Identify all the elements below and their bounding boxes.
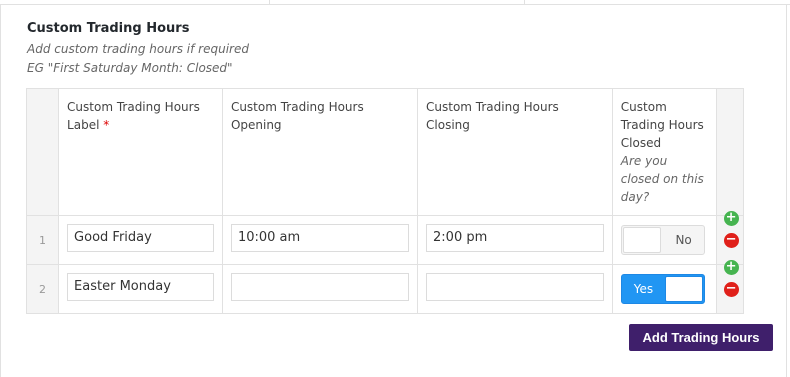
row-actions: + − bbox=[715, 211, 745, 265]
label-input[interactable]: Good Friday bbox=[67, 224, 214, 252]
field-title: Custom Trading Hours bbox=[27, 21, 190, 36]
custom-trading-hours-field: Custom Trading Hours Add custom trading … bbox=[0, 0, 790, 377]
closing-time-input[interactable]: 2:00 pm bbox=[426, 224, 604, 252]
plus-circle-icon[interactable]: + bbox=[723, 260, 739, 275]
field-instructions-line2: EG "First Saturday Month: Closed" bbox=[27, 61, 233, 75]
column-closed-title: Custom Trading Hours Closed bbox=[620, 100, 704, 150]
row-order[interactable]: 2 bbox=[25, 264, 60, 314]
add-trading-hours-button[interactable]: Add Trading Hours bbox=[629, 324, 773, 351]
plus-circle-icon[interactable]: + bbox=[723, 211, 739, 226]
row-actions: + − bbox=[715, 260, 745, 314]
minus-circle-icon[interactable]: − bbox=[723, 233, 739, 248]
row-order[interactable]: 1 bbox=[25, 215, 60, 265]
closed-toggle[interactable]: No bbox=[620, 225, 705, 255]
closed-toggle[interactable]: Yes bbox=[620, 274, 705, 304]
label-input[interactable]: Easter Monday bbox=[67, 273, 214, 301]
table-row: 1 Good Friday 10:00 am 2:00 pm No + − bbox=[25, 211, 745, 265]
opening-time-input[interactable]: 10:00 am bbox=[230, 224, 410, 252]
column-closed-instructions: Are you closed on this day? bbox=[620, 154, 704, 204]
toggle-knob bbox=[664, 276, 703, 302]
column-header-closing: Custom Trading Hours Closing bbox=[417, 88, 613, 216]
column-header-closed: Custom Trading Hours Closed Are you clos… bbox=[611, 88, 717, 216]
table-row: 2 Easter Monday Yes + − bbox=[25, 260, 745, 314]
actions-header bbox=[715, 88, 745, 216]
column-opening-title: Custom Trading Hours Opening bbox=[230, 100, 364, 132]
required-marker: * bbox=[103, 118, 110, 132]
column-closing-title: Custom Trading Hours Closing bbox=[426, 100, 559, 132]
order-header bbox=[25, 88, 60, 216]
field-instructions-line1: Add custom trading hours if required bbox=[27, 42, 249, 56]
repeater-table: Custom Trading Hours Label * Custom Trad… bbox=[25, 88, 745, 314]
minus-circle-icon[interactable]: − bbox=[723, 282, 739, 297]
toggle-knob bbox=[622, 227, 661, 253]
toggle-label: Yes bbox=[633, 282, 654, 296]
column-header-label: Custom Trading Hours Label * bbox=[58, 88, 223, 216]
toggle-label: No bbox=[675, 233, 692, 247]
column-header-opening: Custom Trading Hours Opening bbox=[221, 88, 419, 216]
column-label-title: Custom Trading Hours Label bbox=[67, 100, 200, 132]
closing-time-input[interactable] bbox=[426, 273, 604, 301]
opening-time-input[interactable] bbox=[230, 273, 410, 301]
